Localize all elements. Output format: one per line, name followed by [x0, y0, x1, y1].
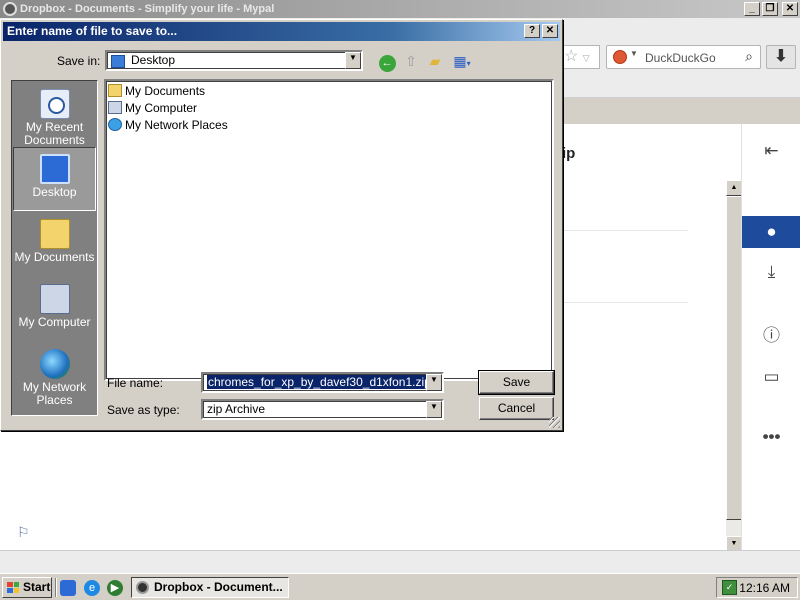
chevron-down-icon[interactable]: ▼	[630, 49, 638, 58]
place-my-recent-documents[interactable]: My Recent Documents	[13, 83, 96, 147]
help-button[interactable]: ?	[524, 24, 540, 38]
bookmark-star-icon[interactable]: ☆ ▽	[560, 45, 600, 69]
scroll-up-arrow-icon[interactable]: ▲	[726, 180, 742, 196]
download-icon[interactable]: ⬇	[766, 45, 796, 69]
chevron-down-icon[interactable]: ▼	[345, 52, 361, 69]
show-desktop-icon[interactable]	[60, 580, 76, 596]
start-button[interactable]: Start	[2, 577, 52, 598]
collapse-panel-icon[interactable]: ⇤	[742, 135, 800, 167]
places-bar: My Recent Documents Desktop My Documents…	[11, 80, 98, 416]
new-folder-icon[interactable]: ▰	[425, 51, 445, 71]
vertical-scrollbar[interactable]: ▲ ▼	[726, 180, 742, 552]
start-label: Start	[23, 580, 51, 594]
browser-status-bar	[0, 550, 800, 573]
save-file-dialog: Enter name of file to save to... ? ✕ Sav…	[0, 19, 563, 431]
recent-documents-icon	[39, 89, 70, 119]
minimize-button[interactable]: _	[744, 2, 760, 16]
view-menu-icon[interactable]: ▦▾	[449, 51, 475, 71]
browser-window-controls: _ ❐ ✕	[744, 2, 798, 16]
search-box[interactable]: ▼ DuckDuckGo ⌕	[606, 45, 761, 69]
list-item-label: My Documents	[125, 84, 206, 98]
search-placeholder: DuckDuckGo	[645, 51, 716, 65]
more-icon[interactable]: •••	[742, 421, 800, 453]
network-places-icon	[39, 349, 70, 379]
my-computer-icon	[39, 284, 70, 314]
list-item-label: My Computer	[125, 101, 198, 115]
back-icon[interactable]: ←	[377, 51, 397, 72]
save-as-type-label: Save as type:	[107, 403, 180, 417]
scroll-thumb[interactable]	[726, 196, 742, 520]
desktop-icon	[111, 55, 125, 68]
media-player-icon[interactable]: ▶	[107, 580, 123, 596]
right-sidebar: ⇤ ● ⤓ ⓘ ▭ •••	[741, 124, 800, 550]
save-button[interactable]: Save	[478, 370, 555, 395]
place-label: My Network Places	[22, 380, 87, 407]
save-as-type-dropdown[interactable]: zip Archive ▼	[201, 399, 444, 420]
save-as-type-value: zip Archive	[207, 402, 266, 416]
dialog-title-controls: ? ✕	[524, 24, 558, 38]
save-in-dropdown[interactable]: Desktop ▼	[105, 50, 363, 71]
browser-title-bar: Dropbox - Documents - Simplify your life…	[0, 0, 800, 18]
folder-icon	[108, 84, 122, 97]
list-item[interactable]: My Network Places	[108, 117, 228, 133]
place-label: My Recent Documents	[24, 120, 85, 147]
place-my-network-places[interactable]: My Network Places	[13, 343, 96, 413]
place-label: Desktop	[32, 185, 77, 199]
chevron-down-icon[interactable]: ▼	[426, 401, 442, 418]
quicklaunch-divider	[55, 578, 57, 597]
up-one-level-icon[interactable]: ⇧	[401, 51, 421, 71]
file-name-field[interactable]: chromes_for_xp_by_davef30_d1xfon1.zip ▼	[201, 372, 444, 393]
info-icon[interactable]: ⓘ	[742, 320, 800, 352]
cancel-button[interactable]: Cancel	[479, 397, 554, 420]
mypal-app-icon	[136, 581, 149, 594]
flag-icon[interactable]: ⚐	[17, 524, 30, 541]
file-name-value[interactable]: chromes_for_xp_by_davef30_d1xfon1.zip	[207, 375, 432, 389]
place-my-computer[interactable]: My Computer	[13, 278, 96, 342]
taskbar: Start e ▶ Dropbox - Document... ✓ 12:16 …	[0, 573, 800, 600]
dialog-title: Enter name of file to save to...	[7, 24, 178, 38]
resize-grip[interactable]	[549, 417, 560, 428]
person-icon[interactable]: ●	[742, 216, 800, 248]
taskbar-item-label: Dropbox - Document...	[154, 580, 283, 594]
download-arrow-icon[interactable]: ⤓	[742, 256, 800, 288]
content-heading-fragment: ip	[562, 145, 576, 162]
internet-explorer-icon[interactable]: e	[84, 580, 100, 596]
list-item-label: My Network Places	[125, 118, 228, 132]
my-documents-icon	[39, 219, 70, 249]
windows-logo-icon	[7, 582, 19, 593]
tray-app-icon[interactable]: ✓	[722, 580, 737, 595]
system-tray: ✓ 12:16 AM	[716, 577, 798, 598]
restore-button[interactable]: ❐	[762, 2, 778, 16]
place-label: My Computer	[18, 315, 91, 329]
comment-icon[interactable]: ▭	[742, 361, 800, 393]
save-in-label: Save in:	[57, 54, 101, 68]
place-desktop[interactable]: Desktop	[13, 147, 96, 211]
computer-icon	[108, 101, 122, 114]
file-name-label: File name:	[107, 376, 164, 390]
chevron-down-icon[interactable]: ▼	[426, 374, 442, 391]
place-my-documents[interactable]: My Documents	[13, 213, 96, 277]
clock[interactable]: 12:16 AM	[739, 581, 790, 595]
divider	[562, 230, 688, 231]
browser-window-title: Dropbox - Documents - Simplify your life…	[20, 3, 275, 15]
list-item[interactable]: My Computer	[108, 100, 197, 116]
network-icon	[108, 118, 122, 131]
duckduckgo-icon[interactable]	[613, 50, 627, 64]
desktop-icon	[39, 154, 70, 184]
dialog-close-button[interactable]: ✕	[542, 24, 558, 38]
divider	[562, 302, 688, 303]
search-icon[interactable]: ⌕	[745, 48, 753, 65]
taskbar-item-browser[interactable]: Dropbox - Document...	[131, 577, 289, 598]
dialog-title-bar[interactable]: Enter name of file to save to... ? ✕	[3, 22, 560, 41]
list-item[interactable]: My Documents	[108, 83, 205, 99]
save-in-value: Desktop	[131, 53, 176, 67]
close-button[interactable]: ✕	[782, 2, 798, 16]
place-label: My Documents	[14, 250, 95, 264]
mypal-app-icon	[3, 2, 17, 16]
file-list[interactable]: My Documents My Computer My Network Plac…	[104, 79, 554, 381]
